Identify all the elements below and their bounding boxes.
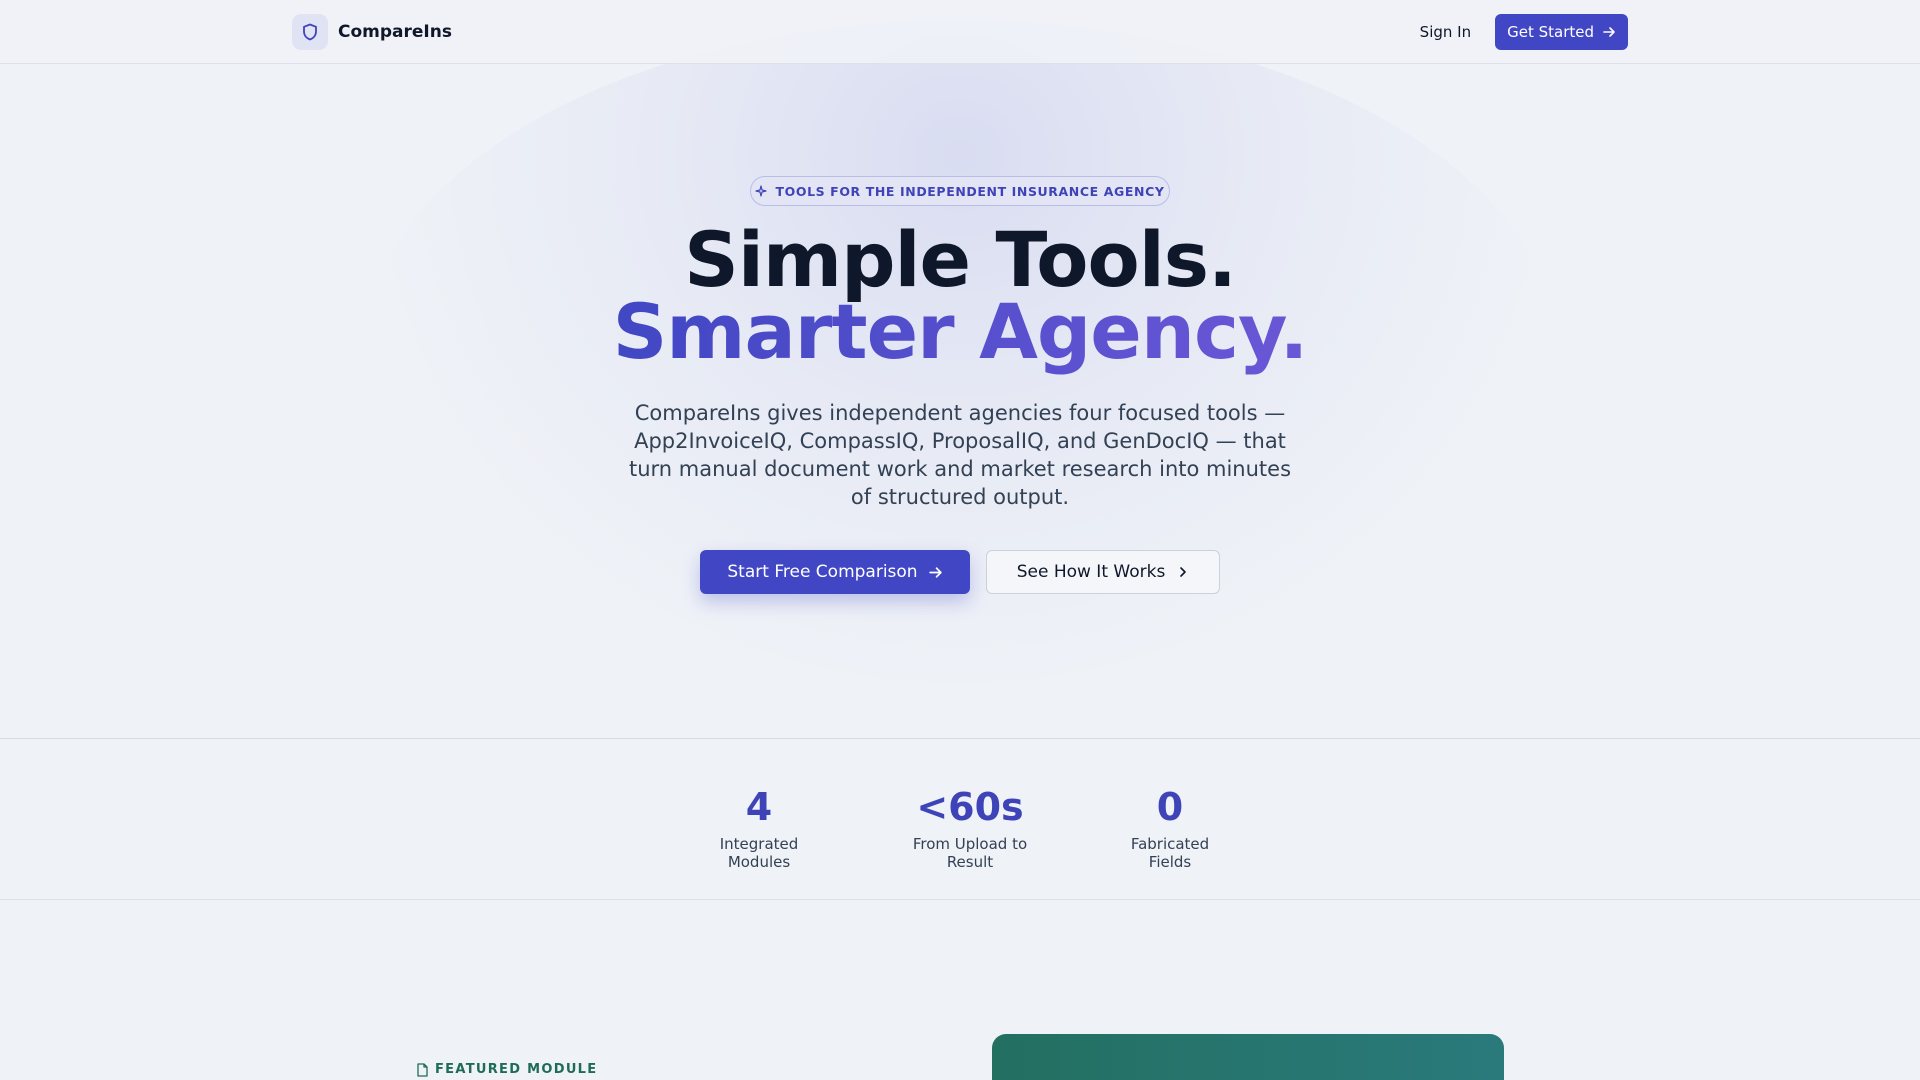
hero-title-line2: Smarter Agency. <box>0 294 1920 370</box>
get-started-button[interactable]: Get Started <box>1495 14 1628 50</box>
stat-fabricated-fields: 0 Fabricated Fields <box>1108 787 1232 871</box>
hero-title-line1: Simple Tools. <box>684 215 1237 304</box>
arrow-right-icon <box>928 566 942 578</box>
stat-value: <60s <box>916 785 1024 829</box>
get-started-label: Get Started <box>1507 23 1594 41</box>
hero-lead: CompareIns gives independent agencies fo… <box>628 401 1292 509</box>
hero-badge: TOOLS FOR THE INDEPENDENT INSURANCE AGEN… <box>750 176 1170 206</box>
see-how-it-works-button[interactable]: See How It Works <box>986 550 1220 594</box>
stat-label: Integrated Modules <box>719 835 799 871</box>
brand[interactable]: CompareIns <box>292 14 452 50</box>
document-icon <box>417 1062 428 1077</box>
start-free-comparison-button[interactable]: Start Free Comparison <box>700 550 970 594</box>
start-free-comparison-label: Start Free Comparison <box>727 562 918 582</box>
stat-upload-to-result: <60s From Upload to Result <box>888 787 1052 871</box>
sparkle-icon <box>755 185 768 197</box>
hero-section: TOOLS FOR THE INDEPENDENT INSURANCE AGEN… <box>0 64 1920 738</box>
hero-badge-text: TOOLS FOR THE INDEPENDENT INSURANCE AGEN… <box>775 183 1165 199</box>
shield-icon <box>292 14 328 50</box>
see-how-it-works-label: See How It Works <box>1016 562 1166 582</box>
stat-label: Fabricated Fields <box>1130 835 1210 871</box>
stat-integrated-modules: 4 Integrated Modules <box>690 787 828 871</box>
brand-name: CompareIns <box>338 22 452 42</box>
featured-module-text: FEATURED MODULE <box>435 1062 598 1077</box>
nav-actions: Sign In Get Started <box>1420 14 1628 50</box>
stats-section: 4 Integrated Modules <60s From Upload to… <box>0 738 1920 900</box>
sign-in-link[interactable]: Sign In <box>1420 23 1471 41</box>
stat-value: 4 <box>745 785 773 829</box>
featured-module-card[interactable] <box>992 1034 1504 1080</box>
stat-value: 0 <box>1156 785 1184 829</box>
stat-label: From Upload to Result <box>912 835 1028 871</box>
hero-title-gradient: Smarter Agency. <box>612 287 1309 376</box>
top-navbar: CompareIns Sign In Get Started <box>0 0 1920 64</box>
chevron-right-icon <box>1180 567 1187 577</box>
featured-module-label: FEATURED MODULE <box>416 1062 597 1077</box>
hero-cta-row: Start Free Comparison See How It Works <box>0 550 1920 594</box>
arrow-right-icon <box>1603 27 1615 37</box>
